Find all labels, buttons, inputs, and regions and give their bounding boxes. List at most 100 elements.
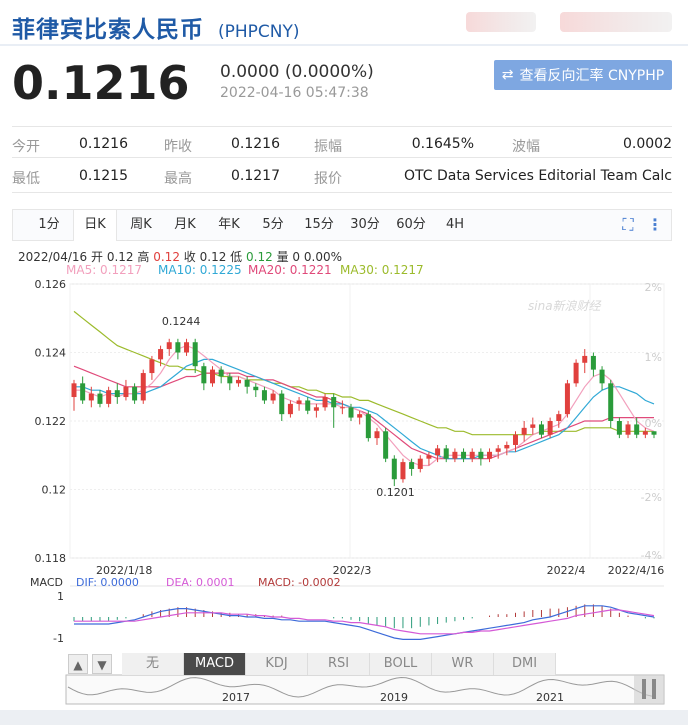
header-divider xyxy=(0,44,688,46)
candle-body xyxy=(409,462,415,469)
navigator-frame xyxy=(65,674,665,705)
prev-close-value: 0.1216 xyxy=(231,136,280,152)
scroll-down-button[interactable]: ▼ xyxy=(92,654,112,674)
candle-body xyxy=(80,383,86,401)
y-tick-label: 0.12 xyxy=(42,484,67,497)
candle-body xyxy=(547,421,553,435)
high-annotation: 0.1244 xyxy=(162,315,201,328)
candle-body xyxy=(504,444,510,449)
tab-5min[interactable]: 5分 xyxy=(253,210,293,240)
candle-body xyxy=(495,448,501,452)
tab-1min[interactable]: 1分 xyxy=(29,210,69,240)
candle-body xyxy=(106,390,112,404)
indicator-dmi[interactable]: DMI xyxy=(494,653,556,675)
price-change: 0.0000 (0.0000%) xyxy=(220,62,374,82)
candle-body xyxy=(132,386,138,401)
candle-body xyxy=(452,451,458,459)
fullscreen-icon[interactable]: ⛶ xyxy=(615,210,641,240)
open-label: 今开 xyxy=(12,139,40,155)
quote-timestamp: 2022-04-16 05:47:38 xyxy=(220,85,369,101)
candle-body xyxy=(166,342,172,350)
stats-top-divider xyxy=(12,126,672,127)
candle-body xyxy=(573,362,579,384)
candle-body xyxy=(192,342,198,367)
tab-30min[interactable]: 30分 xyxy=(343,210,387,240)
navigator-year-label: 2019 xyxy=(380,691,408,704)
candle-body xyxy=(383,431,389,459)
candle-body xyxy=(279,393,285,415)
blurred-user-area-2 xyxy=(560,12,672,32)
wave-value: 0.0002 xyxy=(623,136,672,152)
candle-body xyxy=(322,397,328,408)
candle-body xyxy=(443,448,449,459)
candle-body xyxy=(391,458,397,480)
candle-body xyxy=(590,355,596,370)
tab-monthly[interactable]: 月K xyxy=(165,210,205,240)
period-tabs: 1分 日K 周K 月K 年K 5分 15分 30分 60分 4H ⛶ ⋮ xyxy=(12,209,672,241)
candle-body xyxy=(365,414,371,439)
macd-y-tick: -1 xyxy=(53,632,64,645)
ohlc-close: 0.12 xyxy=(199,250,227,264)
ohlc-high-label: 高 xyxy=(137,250,150,264)
indicator-rsi[interactable]: RSI xyxy=(308,653,370,675)
y-tick-label: 0.122 xyxy=(35,415,67,428)
candle-body xyxy=(400,462,406,480)
more-menu-icon[interactable]: ⋮ xyxy=(645,210,665,240)
reverse-rate-button[interactable]: ⇄ 查看反向汇率 CNYPHP xyxy=(494,60,672,90)
candle-body xyxy=(616,421,622,435)
candle-body xyxy=(582,355,588,363)
tab-weekly[interactable]: 周K xyxy=(121,210,161,240)
navigator-handle xyxy=(652,679,656,699)
candle-body xyxy=(487,451,493,459)
tab-daily[interactable]: 日K xyxy=(73,210,117,241)
kline-chart[interactable]: 0.1260.1240.1220.120.1182%1%0%-2%-4%sina… xyxy=(0,274,688,710)
y-tick-label: 0.118 xyxy=(35,552,67,565)
candle-body xyxy=(184,342,190,353)
quote-source-label: 报价 xyxy=(314,171,342,187)
macd-dea-label: DEA: 0.0001 xyxy=(166,576,234,589)
y-right-tick-label: -4% xyxy=(641,549,662,562)
scroll-up-button[interactable]: ▲ xyxy=(68,654,88,674)
indicator-macd[interactable]: MACD xyxy=(184,653,246,675)
macd-value-label: MACD: -0.0002 xyxy=(258,576,341,589)
candle-body xyxy=(270,393,276,401)
y-tick-label: 0.126 xyxy=(35,278,67,291)
y-tick-label: 0.124 xyxy=(35,347,67,360)
indicator-kdj[interactable]: KDJ xyxy=(246,653,308,675)
candle-body xyxy=(608,383,614,421)
candle-body xyxy=(478,451,484,459)
blurred-user-area xyxy=(466,12,536,32)
candle-body xyxy=(88,393,94,401)
prev-close-label: 昨收 xyxy=(164,139,192,155)
tab-yearly[interactable]: 年K xyxy=(209,210,249,240)
candle-body xyxy=(348,407,354,418)
swap-icon: ⇄ xyxy=(501,67,514,83)
page-header: 菲律宾比索人民币 (PHPCNY) xyxy=(12,10,300,43)
indicator-none[interactable]: 无 xyxy=(122,653,184,675)
candle-body xyxy=(313,407,319,411)
x-tick-label: 2022/4/16 xyxy=(608,564,664,577)
candle-body xyxy=(175,342,181,353)
candle-body xyxy=(642,431,648,435)
candle-body xyxy=(201,366,207,384)
ohlc-open: 0.12 xyxy=(106,250,134,264)
indicator-wr[interactable]: WR xyxy=(432,653,494,675)
candle-body xyxy=(435,448,441,456)
candle-body xyxy=(461,451,467,459)
tab-4h[interactable]: 4H xyxy=(435,210,475,240)
candle-body xyxy=(296,400,302,404)
tab-15min[interactable]: 15分 xyxy=(297,210,341,240)
candle-body xyxy=(71,383,77,398)
candle-body xyxy=(651,431,657,435)
x-tick-label: 2022/4 xyxy=(547,564,586,577)
candle-body xyxy=(339,407,345,409)
high-label: 最高 xyxy=(164,171,192,187)
candle-body xyxy=(357,414,363,418)
tab-60min[interactable]: 60分 xyxy=(389,210,433,240)
indicator-boll[interactable]: BOLL xyxy=(370,653,432,675)
ohlc-low: 0.12 xyxy=(246,250,273,264)
ohlc-high: 0.12 xyxy=(153,250,180,264)
navigator-window xyxy=(634,675,664,704)
candle-body xyxy=(331,397,337,408)
candle-body xyxy=(227,376,233,384)
